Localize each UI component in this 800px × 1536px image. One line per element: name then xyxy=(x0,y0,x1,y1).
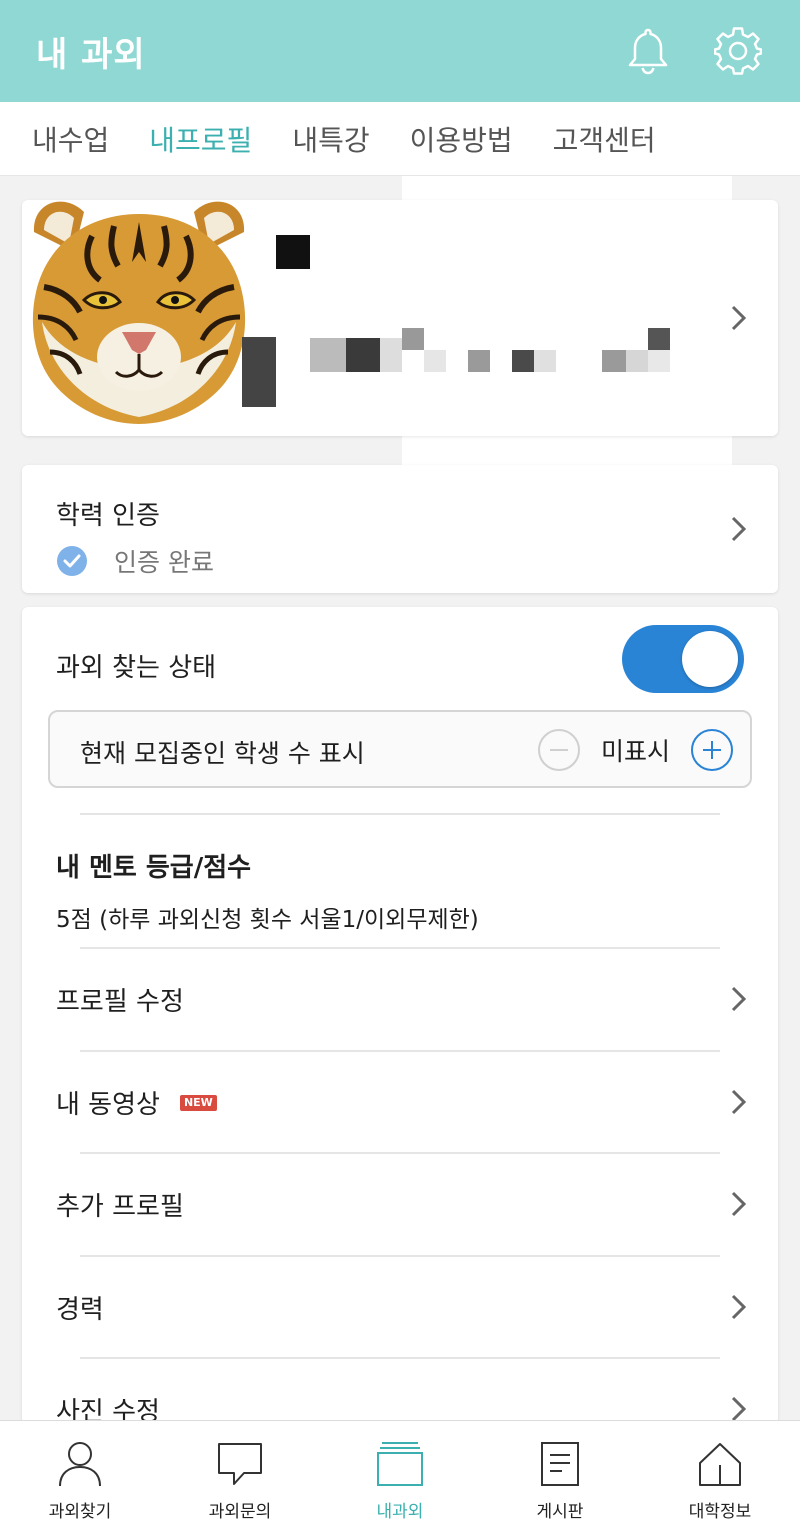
chevron-right-icon xyxy=(730,1088,748,1120)
redacted-pixel xyxy=(402,328,424,350)
tab-how-to-use[interactable]: 이용방법 xyxy=(410,119,513,159)
mentor-grade-description: 5점 (하루 과외신청 횟수 서울1/이외무제한) xyxy=(56,907,479,933)
chevron-right-icon xyxy=(730,1293,748,1325)
tab-bar: 내수업 내프로필 내특강 이용방법 고객센터 xyxy=(0,102,800,176)
menu-my-videos[interactable]: 내 동영상 NEW xyxy=(22,1052,778,1154)
recruit-count-display-box: 현재 모집중인 학생 수 표시 미표시 xyxy=(48,710,752,788)
tab-my-classes[interactable]: 내수업 xyxy=(32,119,109,159)
menu-career[interactable]: 경력 xyxy=(22,1257,778,1359)
education-status-text: 인증 완료 xyxy=(114,548,214,577)
menu-label: 경력 xyxy=(56,1295,104,1325)
nav-my-tutoring[interactable]: 내과외 xyxy=(320,1421,480,1536)
redacted-pixel xyxy=(424,350,446,372)
tutoring-status-label: 과외 찾는 상태 xyxy=(56,653,217,683)
divider xyxy=(80,813,720,815)
redacted-block xyxy=(242,337,276,407)
recruit-count-label: 현재 모집중인 학생 수 표시 xyxy=(80,739,365,768)
app-bar-actions xyxy=(622,25,764,77)
plus-circle-icon[interactable] xyxy=(690,728,734,772)
chevron-right-icon xyxy=(730,304,748,336)
house-icon xyxy=(699,1443,741,1486)
chevron-right-icon xyxy=(730,515,748,547)
gear-icon[interactable] xyxy=(712,25,764,77)
minus-circle-icon[interactable] xyxy=(537,728,581,772)
nav-label: 게시판 xyxy=(536,1502,584,1522)
bell-icon[interactable] xyxy=(622,25,674,77)
recruit-count-value: 미표시 xyxy=(600,737,670,766)
stack-icon xyxy=(377,1442,423,1486)
nav-label: 과외문의 xyxy=(208,1502,272,1522)
redacted-pixel xyxy=(648,350,670,372)
nav-tutoring-inquiry[interactable]: 과외문의 xyxy=(160,1421,320,1536)
toggle-knob xyxy=(682,631,738,687)
nav-find-tutoring[interactable]: 과외찾기 xyxy=(0,1421,160,1536)
person-icon xyxy=(59,1442,101,1487)
redacted-pixel xyxy=(310,338,346,372)
menu-edit-profile[interactable]: 프로필 수정 xyxy=(22,949,778,1051)
nav-board[interactable]: 게시판 xyxy=(480,1421,640,1536)
tab-customer-center[interactable]: 고객센터 xyxy=(553,119,656,159)
redacted-pixel xyxy=(626,350,648,372)
chevron-right-icon xyxy=(730,1190,748,1222)
chat-bubble-icon xyxy=(218,1443,262,1485)
nav-label: 대학정보 xyxy=(688,1502,752,1522)
nav-label: 내과외 xyxy=(376,1502,424,1522)
menu-label: 추가 프로필 xyxy=(56,1192,184,1222)
redacted-pixel xyxy=(534,350,556,372)
tutoring-status-toggle[interactable] xyxy=(622,625,744,693)
redacted-pixel xyxy=(602,350,626,372)
nav-label: 과외찾기 xyxy=(48,1502,112,1522)
education-verification-card[interactable]: 학력 인증 인증 완료 xyxy=(22,465,778,593)
check-circle-icon xyxy=(57,546,87,576)
app-bar: 내 과외 xyxy=(0,0,800,102)
redacted-pixel xyxy=(468,350,490,372)
menu-additional-profile[interactable]: 추가 프로필 xyxy=(22,1154,778,1256)
redacted-pixel xyxy=(512,350,534,372)
tab-my-lectures[interactable]: 내특강 xyxy=(292,119,369,159)
bottom-navigation: 과외찾기 과외문의 내과외 게시판 대학정보 xyxy=(0,1420,800,1536)
tab-my-profile[interactable]: 내프로필 xyxy=(149,119,252,159)
redacted-pixel xyxy=(380,338,402,372)
menu-label: 내 동영상 NEW xyxy=(56,1084,217,1121)
app-title: 내 과외 xyxy=(36,34,146,75)
redacted-pixel xyxy=(648,328,670,350)
redacted-name xyxy=(276,235,310,269)
document-icon xyxy=(541,1442,579,1486)
redacted-pixel xyxy=(346,338,380,372)
education-title: 학력 인증 xyxy=(56,501,160,531)
profile-card[interactable] xyxy=(22,200,778,436)
new-badge: NEW xyxy=(179,1094,217,1111)
profile-settings-card: 과외 찾는 상태 현재 모집중인 학생 수 표시 미표시 내 멘토 등급/점수 … xyxy=(22,607,778,1437)
nav-university-info[interactable]: 대학정보 xyxy=(640,1421,800,1536)
mentor-grade-title: 내 멘토 등급/점수 xyxy=(56,853,252,883)
chevron-right-icon xyxy=(730,985,748,1017)
recruit-count-stepper: 미표시 xyxy=(537,728,734,772)
education-status: 인증 완료 xyxy=(56,543,214,579)
menu-label: 프로필 수정 xyxy=(56,987,184,1017)
profile-avatar xyxy=(14,192,264,436)
